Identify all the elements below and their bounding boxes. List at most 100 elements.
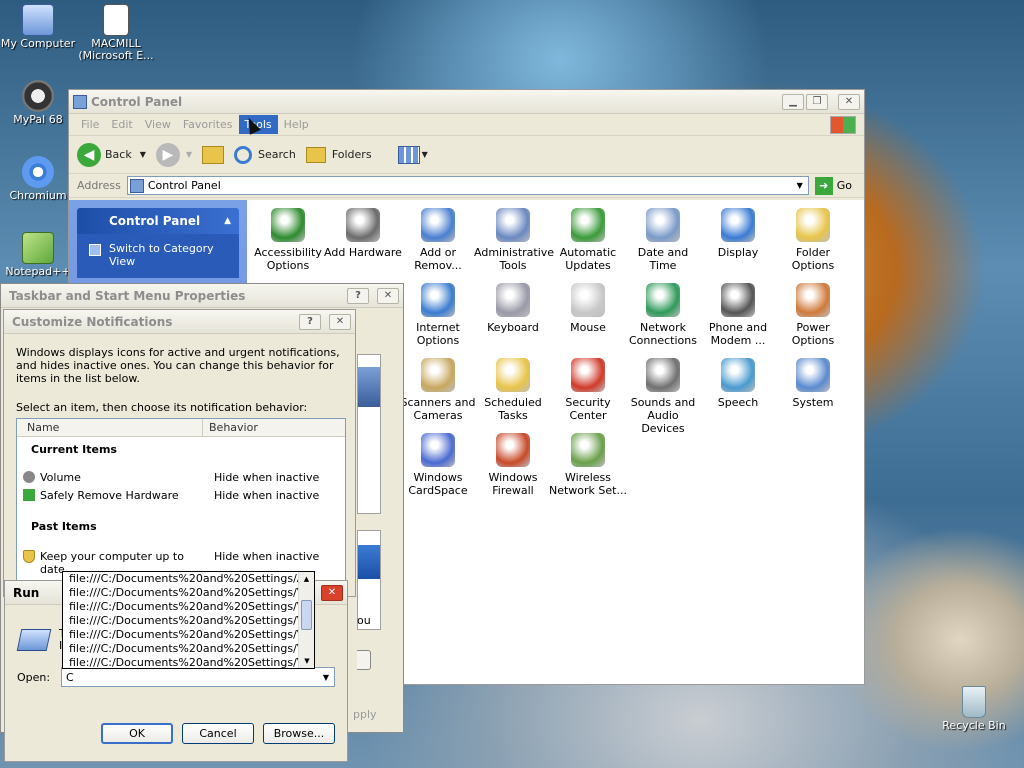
keyboard-icon [496, 283, 530, 317]
partial-text-ou: ou [357, 614, 371, 627]
menu-file[interactable]: File [75, 115, 105, 134]
col-name[interactable]: Name [17, 419, 203, 436]
cp-item-accessibility[interactable]: Accessibility Options [249, 208, 327, 272]
cp-item-phone[interactable]: Phone and Modem ... [699, 283, 777, 347]
recycle-bin-icon [962, 686, 986, 718]
cp-item-system[interactable]: System [774, 358, 852, 409]
autocomplete-item[interactable]: file:///C:/Documents%20and%20Settings/VM… [63, 656, 299, 668]
close-button[interactable]: ✕ [838, 93, 860, 110]
scroll-up-icon[interactable]: ▲ [299, 572, 314, 586]
open-combobox[interactable]: C ▼ [61, 667, 335, 687]
close-button[interactable]: ✕ [329, 313, 351, 330]
folders-label: Folders [331, 148, 372, 161]
views-button[interactable]: ▼ [397, 145, 428, 164]
autocomplete-item[interactable]: file:///C:/Documents%20and%20Settings/VM… [63, 628, 299, 642]
switch-view-link[interactable]: Switch to Category View [89, 242, 229, 268]
cp-item-display[interactable]: Display [699, 208, 777, 259]
scroll-down-icon[interactable]: ▼ [299, 654, 314, 668]
autocomplete-scrollbar[interactable]: ▲ ▼ [298, 572, 314, 668]
cp-item-folder-options[interactable]: Folder Options [774, 208, 852, 272]
cp-item-globe[interactable]: Internet Options [399, 283, 477, 347]
search-button[interactable]: Search [234, 145, 296, 164]
minimize-button[interactable]: ▁ [782, 93, 804, 110]
cp-item-scanner[interactable]: Scanners and Cameras [399, 358, 477, 422]
desktop-icon-label: Recycle Bin [942, 719, 1006, 732]
autocomplete-item[interactable]: file:///C:/Documents%20and%20Settings/Al… [63, 572, 299, 586]
menu-help[interactable]: Help [278, 115, 315, 134]
cp-item-speech[interactable]: Speech [699, 358, 777, 409]
forward-button[interactable]: ▶ ▼ [155, 142, 192, 167]
cp-item-cardspace[interactable]: Windows CardSpace [399, 433, 477, 497]
go-button[interactable]: ➜ Go [814, 176, 852, 195]
menu-favorites[interactable]: Favorites [177, 115, 239, 134]
cp-item-hardware[interactable]: Add Hardware [324, 208, 402, 259]
cp-item-shield[interactable]: Security Center [549, 358, 627, 422]
close-button[interactable]: ✕ [321, 584, 343, 601]
control-panel-titlebar[interactable]: Control Panel ▁ ❐ ✕ [69, 90, 864, 114]
chromium-icon [22, 156, 54, 188]
desktop-icon-notepadpp[interactable]: Notepad++ [0, 232, 76, 278]
close-button[interactable]: ✕ [377, 287, 399, 304]
item-behavior[interactable]: Hide when inactive [214, 471, 319, 484]
safely-remove-icon [23, 489, 35, 501]
back-button[interactable]: ◀ Back ▼ [77, 142, 146, 167]
desktop-icon-chromium[interactable]: Chromium [0, 156, 76, 202]
cp-item-add-remove-programs[interactable]: Add or Remov... [399, 208, 477, 272]
open-input[interactable]: C [62, 671, 318, 684]
cp-item-firewall[interactable]: Windows Firewall [474, 433, 552, 497]
address-dropdown-icon[interactable]: ▼ [792, 181, 808, 190]
control-panel-small-icon [129, 178, 144, 193]
col-behavior[interactable]: Behavior [203, 419, 258, 436]
speaker-icon [646, 358, 680, 392]
autocomplete-item[interactable]: file:///C:/Documents%20and%20Settings/VM… [63, 614, 299, 628]
autocomplete-item[interactable]: file:///C:/Documents%20and%20Settings/VM… [63, 642, 299, 656]
item-behavior[interactable]: Hide when inactive [214, 489, 319, 502]
desktop-icon-recycle-bin[interactable]: Recycle Bin [936, 686, 1012, 732]
cp-item-power[interactable]: Power Options [774, 283, 852, 347]
cp-item-mouse[interactable]: Mouse [549, 283, 627, 334]
system-icon [796, 358, 830, 392]
desktop-icon-my-computer[interactable]: My Computer [0, 4, 76, 50]
autocomplete-item[interactable]: file:///C:/Documents%20and%20Settings/VM… [63, 586, 299, 600]
desktop-icon-macmill[interactable]: MACMILL (Microsoft E... [78, 4, 154, 62]
cancel-button[interactable]: Cancel [182, 723, 254, 744]
chevron-down-icon[interactable]: ▼ [318, 673, 334, 682]
cp-item-keyboard[interactable]: Keyboard [474, 283, 552, 334]
help-button[interactable]: ? [347, 287, 369, 304]
list-item[interactable]: Safely Remove Hardware Hide when inactiv… [23, 489, 343, 502]
customize-button-partial[interactable] [357, 650, 371, 670]
go-label: Go [836, 179, 852, 192]
autocomplete-item[interactable]: file:///C:/Documents%20and%20Settings/VM… [63, 600, 299, 614]
cp-item-speaker[interactable]: Sounds and Audio Devices [624, 358, 702, 435]
menu-edit[interactable]: Edit [105, 115, 138, 134]
menu-view[interactable]: View [139, 115, 177, 134]
collapse-icon[interactable]: ▲ [224, 216, 231, 226]
chevron-down-icon[interactable]: ▼ [140, 150, 146, 159]
help-button[interactable]: ? [299, 313, 321, 330]
list-item[interactable]: Volume Hide when inactive [23, 471, 343, 484]
item-name: Safely Remove Hardware [40, 489, 179, 502]
task-pane-title: Control Panel [109, 214, 201, 228]
globe-icon [421, 283, 455, 317]
customize-notifications-titlebar[interactable]: Customize Notifications ? ✕ [4, 310, 355, 334]
apply-button-partial[interactable]: pply [353, 708, 377, 721]
cp-item-admin-tools[interactable]: Administrative Tools [474, 208, 554, 272]
up-folder-button[interactable] [202, 145, 225, 164]
chevron-down-icon[interactable]: ▼ [186, 150, 192, 159]
task-pane-header[interactable]: Control Panel ▲ [77, 208, 239, 234]
address-input[interactable]: Control Panel ▼ [126, 176, 809, 195]
cp-item-windows-update[interactable]: Automatic Updates [549, 208, 627, 272]
scheduled-tasks-icon [496, 358, 530, 392]
cp-item-wireless[interactable]: Wireless Network Set... [549, 433, 627, 497]
cp-item-clock[interactable]: Date and Time [624, 208, 702, 272]
scroll-thumb[interactable] [301, 600, 312, 630]
cp-item-scheduled-tasks[interactable]: Scheduled Tasks [474, 358, 552, 422]
taskbar-properties-titlebar[interactable]: Taskbar and Start Menu Properties ? ✕ [1, 284, 403, 308]
desktop-icon-mypal[interactable]: MyPal 68 [0, 80, 76, 126]
folders-button[interactable]: Folders [305, 146, 372, 163]
maximize-button[interactable]: ❐ [806, 93, 828, 110]
up-folder-icon [202, 145, 225, 164]
ok-button[interactable]: OK [101, 723, 173, 744]
cp-item-network[interactable]: Network Connections [624, 283, 702, 347]
browse-button[interactable]: Browse... [263, 723, 335, 744]
